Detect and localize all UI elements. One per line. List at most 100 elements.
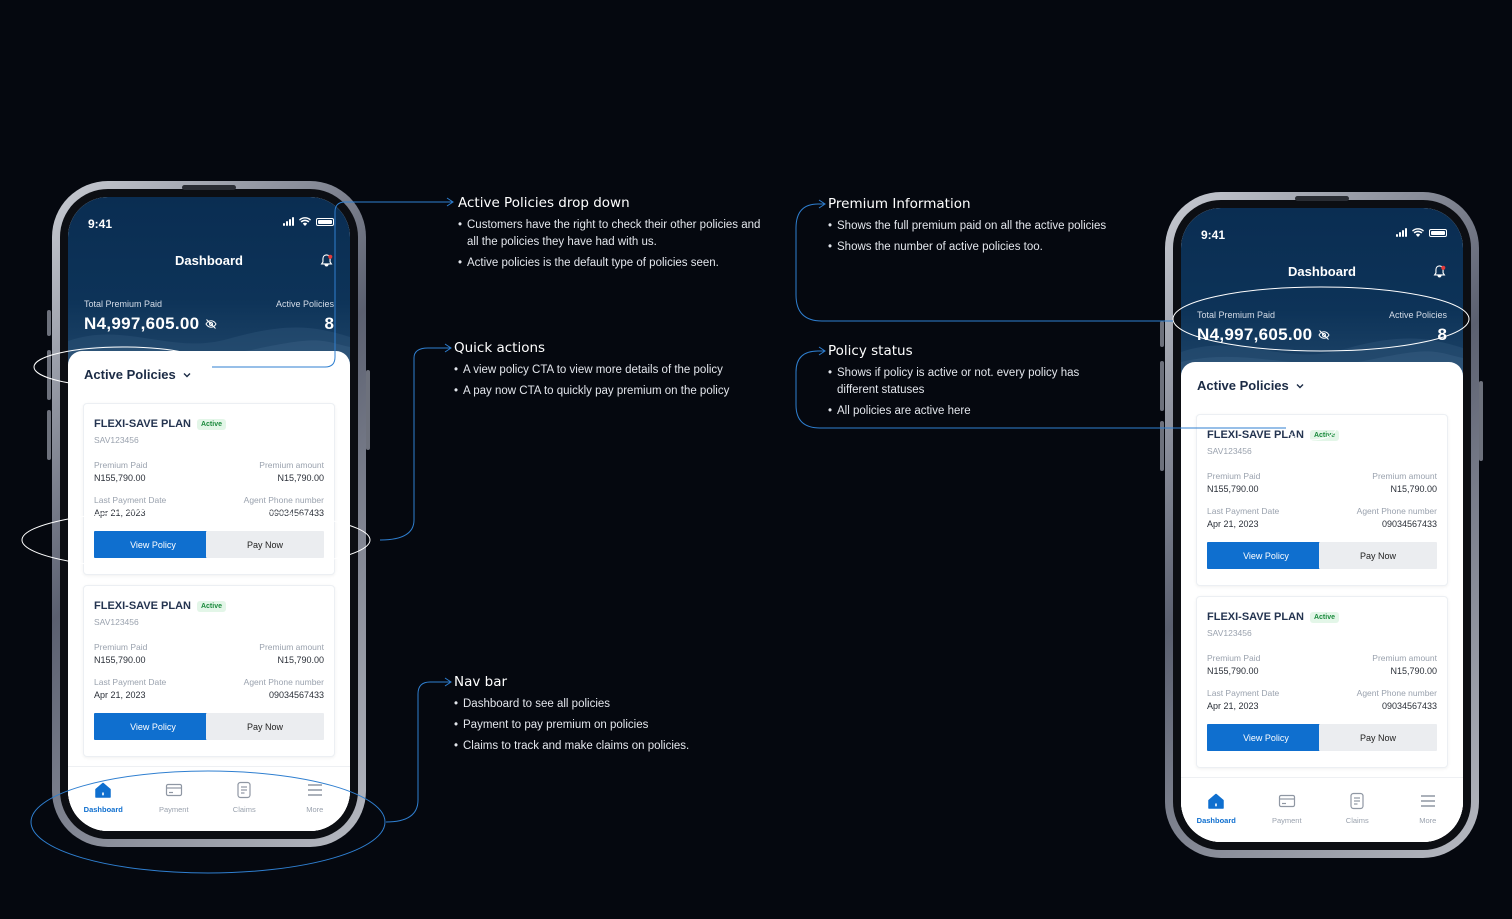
last-payment-value: Apr 21, 2023: [1207, 519, 1259, 529]
status-badge: Active: [1309, 429, 1339, 441]
chevron-down-icon: [1296, 383, 1304, 388]
annotation-point: All policies are active here: [828, 403, 1098, 420]
premium-paid-label: Premium Paid: [94, 460, 148, 470]
total-premium-label: Total Premium Paid: [1197, 310, 1276, 320]
pay-now-button[interactable]: Pay Now: [206, 531, 324, 558]
phone-screen: 9:41 Dashboard Total Premium Paid Active…: [68, 197, 350, 831]
premium-paid-label: Premium Paid: [1207, 471, 1261, 481]
status-icons: [283, 217, 334, 226]
status-icons: [1396, 228, 1447, 237]
policy-card: FLEXI-SAVE PLAN Active SAV123456 Premium…: [83, 585, 335, 757]
total-premium-amount: N4,997,605.00: [84, 314, 200, 333]
premium-paid-value: N155,790.00: [1207, 484, 1259, 494]
active-policies-label: Active Policies: [275, 299, 334, 309]
wifi-icon: [1412, 228, 1424, 237]
menu-icon: [1420, 795, 1435, 807]
phone-side-button: [1160, 321, 1164, 347]
total-premium-value: N4,997,605.00: [84, 314, 218, 334]
last-payment-label: Last Payment Date: [94, 677, 167, 687]
annotation-title: Policy status: [828, 343, 913, 359]
premium-paid-value: N155,790.00: [94, 473, 146, 483]
last-payment-label: Last Payment Date: [1207, 688, 1280, 698]
view-policy-button[interactable]: View Policy: [94, 713, 212, 740]
premium-amount-label: Premium amount: [1372, 653, 1437, 663]
agent-phone-value: 09034567433: [1381, 519, 1437, 529]
nav-item-payment[interactable]: Payment: [1252, 778, 1322, 842]
active-policies-dropdown[interactable]: Active Policies: [1197, 378, 1305, 393]
annotation-point: Dashboard to see all policies: [454, 696, 774, 713]
phone-speaker: [1295, 196, 1349, 201]
plan-name: FLEXI-SAVE PLAN: [1207, 429, 1304, 441]
premium-amount-value: N15,790.00: [277, 655, 324, 665]
premium-paid-label: Premium Paid: [94, 642, 148, 652]
page-title: Dashboard: [1288, 264, 1356, 279]
agent-phone-value: 09034567433: [1381, 701, 1437, 711]
notification-bell-icon[interactable]: [319, 253, 334, 268]
phone-side-button: [1479, 381, 1483, 461]
battery-icon: [1429, 228, 1447, 237]
last-payment-label: Last Payment Date: [94, 495, 167, 505]
nav-label-claims: Claims: [1345, 816, 1369, 825]
annotation-title: Premium Information: [828, 196, 971, 212]
active-policies-count: 8: [324, 314, 334, 333]
quick-actions-connector: [379, 347, 450, 541]
plan-code: SAV123456: [1207, 628, 1252, 638]
nav-item-dashboard[interactable]: Dashboard: [68, 767, 138, 831]
nav-item-more[interactable]: More: [280, 767, 350, 831]
annotation-point: Shows the number of active policies too.: [828, 239, 1128, 256]
total-premium-label: Total Premium Paid: [84, 299, 163, 309]
phone-mockup-left: 9:41 Dashboard Total Premium Paid Active…: [52, 181, 366, 847]
status-badge: Active: [196, 418, 226, 430]
agent-phone-label: Agent Phone number: [243, 677, 324, 687]
premium-paid-value: N155,790.00: [1207, 666, 1259, 676]
plan-code: SAV123456: [1207, 446, 1252, 456]
premium-amount-value: N15,790.00: [277, 473, 324, 483]
dashboard-header: 9:41 Dashboard Total Premium Paid Active…: [68, 197, 350, 367]
pay-now-button[interactable]: Pay Now: [1319, 542, 1437, 569]
premium-paid-value: N155,790.00: [94, 655, 146, 665]
nav-label-payment: Payment: [1271, 816, 1302, 825]
policies-content: Active Policies FLEXI-SAVE PLAN Active S…: [68, 351, 350, 831]
view-policy-button[interactable]: View Policy: [1207, 542, 1325, 569]
nav-label-payment: Payment: [158, 805, 189, 814]
nav-item-more[interactable]: More: [1393, 778, 1463, 842]
nav-label-dashboard: Dashboard: [83, 805, 123, 814]
phone-side-button: [366, 370, 370, 450]
pay-now-button[interactable]: Pay Now: [206, 713, 324, 740]
plan-name: FLEXI-SAVE PLAN: [1207, 611, 1304, 623]
annotation-premium-info: Premium Information Shows the full premi…: [828, 196, 1128, 260]
active-policies-dropdown[interactable]: Active Policies: [84, 367, 192, 382]
wifi-icon: [299, 217, 311, 226]
annotation-point: A view policy CTA to view more details o…: [454, 362, 774, 379]
annotation-point: A pay now CTA to quickly pay premium on …: [454, 383, 774, 400]
annotation-quick-actions: Quick actions A view policy CTA to view …: [454, 340, 774, 404]
hide-balance-eye-icon[interactable]: [205, 318, 218, 330]
status-badge: Active: [196, 600, 226, 612]
pay-now-button[interactable]: Pay Now: [1319, 724, 1437, 751]
nav-item-payment[interactable]: Payment: [139, 767, 209, 831]
total-premium-amount: N4,997,605.00: [1197, 325, 1313, 344]
notification-bell-icon[interactable]: [1432, 264, 1447, 279]
status-time: 9:41: [1201, 228, 1226, 242]
total-premium-value: N4,997,605.00: [1197, 325, 1331, 345]
premium-amount-label: Premium amount: [259, 460, 324, 470]
last-payment-value: Apr 21, 2023: [1207, 701, 1259, 711]
view-policy-button[interactable]: View Policy: [94, 531, 212, 558]
nav-bar-connector: [385, 681, 450, 823]
hide-balance-eye-icon[interactable]: [1318, 329, 1331, 341]
phone-side-button: [47, 350, 51, 400]
card-icon: [1278, 794, 1295, 808]
phone-mockup-right: 9:41 Dashboard Total Premium Paid Active…: [1165, 192, 1479, 858]
home-icon: [1208, 793, 1224, 809]
annotation-policy-status: Policy status Shows if policy is active …: [828, 343, 1098, 424]
policy-card: FLEXI-SAVE PLAN Active SAV123456 Premium…: [1196, 596, 1448, 768]
nav-item-dashboard[interactable]: Dashboard: [1181, 778, 1251, 842]
bottom-nav-bar: Dashboard Payment Claims More: [1181, 777, 1463, 842]
nav-item-claims[interactable]: Claims: [1322, 778, 1392, 842]
nav-item-claims[interactable]: Claims: [209, 767, 279, 831]
view-policy-button[interactable]: View Policy: [1207, 724, 1325, 751]
last-payment-value: Apr 21, 2023: [94, 690, 146, 700]
phone-side-button: [47, 410, 51, 460]
phone-side-button: [47, 310, 51, 336]
agent-phone-value: 09034567433: [268, 690, 324, 700]
